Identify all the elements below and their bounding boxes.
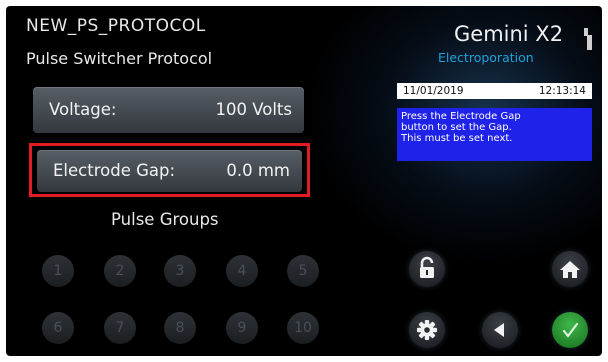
pulse-group-button-6[interactable]: 6 <box>42 312 74 344</box>
instruction-message: Press the Electrode Gap button to set th… <box>397 108 592 161</box>
unlock-icon <box>420 256 434 278</box>
message-line: button to set the Gap. <box>401 122 512 133</box>
voltage-value: 100 Volts <box>215 100 293 119</box>
message-line: Press the Electrode Gap <box>401 111 521 122</box>
back-arrow-icon <box>494 323 504 337</box>
brand-subtitle: Electroporation <box>438 50 534 65</box>
message-line: This must be set next. <box>401 133 513 144</box>
protocol-description: Pulse Switcher Protocol <box>26 49 213 68</box>
electrode-gap-value: 0.0 mm <box>226 161 290 180</box>
pulse-group-button-5[interactable]: 5 <box>287 255 319 287</box>
usb-icon <box>584 28 592 50</box>
unlock-button[interactable] <box>409 251 445 287</box>
device-screen: NEW_PS_PROTOCOL Pulse Switcher Protocol … <box>6 6 602 356</box>
settings-button[interactable] <box>409 312 445 348</box>
gear-icon <box>417 320 437 340</box>
date-time-bar: 11/01/2019 12:13:14 <box>397 83 592 99</box>
home-button[interactable] <box>552 251 588 287</box>
home-icon <box>560 261 580 278</box>
pulse-group-button-4[interactable]: 4 <box>226 255 258 287</box>
electrode-gap-button[interactable]: Electrode Gap: 0.0 mm <box>37 150 302 192</box>
electrode-gap-label: Electrode Gap: <box>53 161 176 180</box>
voltage-button[interactable]: Voltage: 100 Volts <box>33 87 304 133</box>
pulse-group-button-1[interactable]: 1 <box>42 255 74 287</box>
pulse-groups-title: Pulse Groups <box>111 210 219 229</box>
pulse-group-button-10[interactable]: 10 <box>287 312 319 344</box>
pulse-group-button-9[interactable]: 9 <box>226 312 258 344</box>
pulse-group-button-7[interactable]: 7 <box>104 312 136 344</box>
voltage-label: Voltage: <box>49 100 117 119</box>
pulse-group-button-2[interactable]: 2 <box>104 255 136 287</box>
checkmark-icon <box>562 322 579 338</box>
pulse-group-button-8[interactable]: 8 <box>164 312 196 344</box>
confirm-button[interactable] <box>552 312 588 348</box>
back-button[interactable] <box>482 312 518 348</box>
time-display: 12:13:14 <box>538 85 586 97</box>
brand-title: Gemini X2 <box>454 22 564 46</box>
pulse-group-button-3[interactable]: 3 <box>164 255 196 287</box>
date-display: 11/01/2019 <box>403 85 464 97</box>
protocol-name: NEW_PS_PROTOCOL <box>26 16 206 36</box>
